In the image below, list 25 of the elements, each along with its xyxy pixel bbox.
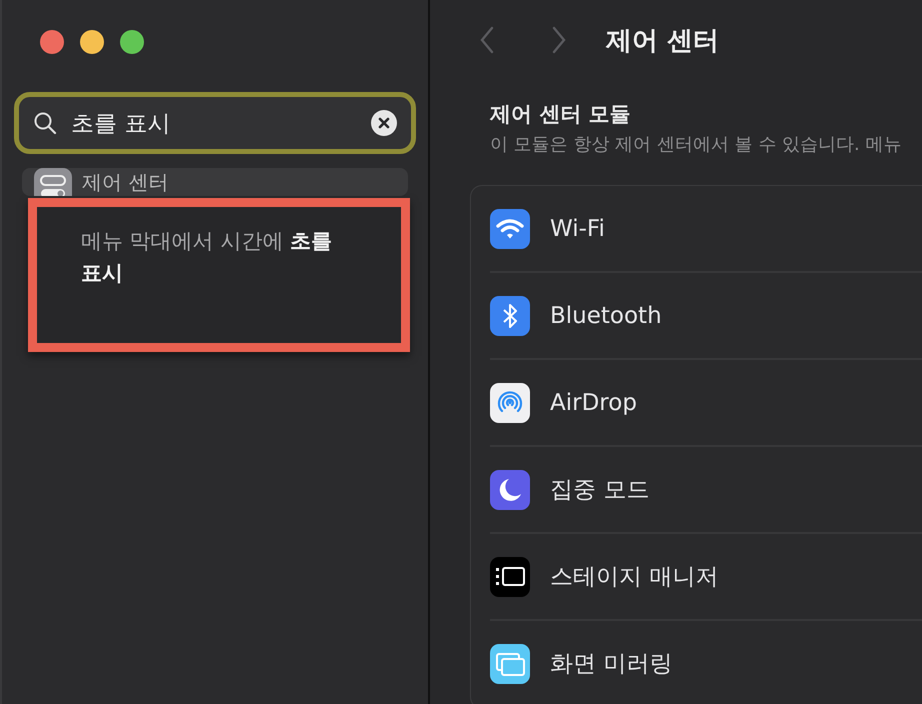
module-label: 집중 모드: [550, 476, 650, 505]
bluetooth-icon: [490, 296, 530, 336]
screen-mirroring-icon: [490, 644, 530, 684]
module-label: Wi-Fi: [550, 216, 605, 242]
zoom-button[interactable]: [120, 30, 144, 54]
minimize-button[interactable]: [80, 30, 104, 54]
module-label: Bluetooth: [550, 302, 662, 328]
search-result-text[interactable]: 메뉴 막대에서 시간에 초를 표시: [81, 225, 361, 289]
window-title: 제어 센터: [606, 24, 720, 58]
wifi-icon: [490, 208, 530, 248]
toggle-switches-icon: [34, 168, 72, 196]
module-label: 화면 미러링: [550, 650, 672, 679]
stage-manager-icon: [490, 556, 530, 596]
module-label: AirDrop: [550, 390, 637, 416]
close-button[interactable]: [40, 30, 64, 54]
airdrop-icon: [490, 382, 530, 422]
sidebar-item[interactable]: 제어 센터: [22, 168, 408, 196]
module-label: 스테이지 매니저: [550, 563, 718, 592]
search-input[interactable]: 초를 표시: [71, 110, 357, 136]
search-field[interactable]: 초를 표시: [14, 92, 416, 154]
section-title: 제어 센터 모듈: [490, 101, 632, 128]
section-description: 이 모듈은 항상 제어 센터에서 볼 수 있습니다. 메뉴: [490, 133, 902, 156]
clear-button[interactable]: [371, 110, 397, 136]
moon-icon: [490, 470, 530, 510]
search-icon: [33, 111, 57, 135]
